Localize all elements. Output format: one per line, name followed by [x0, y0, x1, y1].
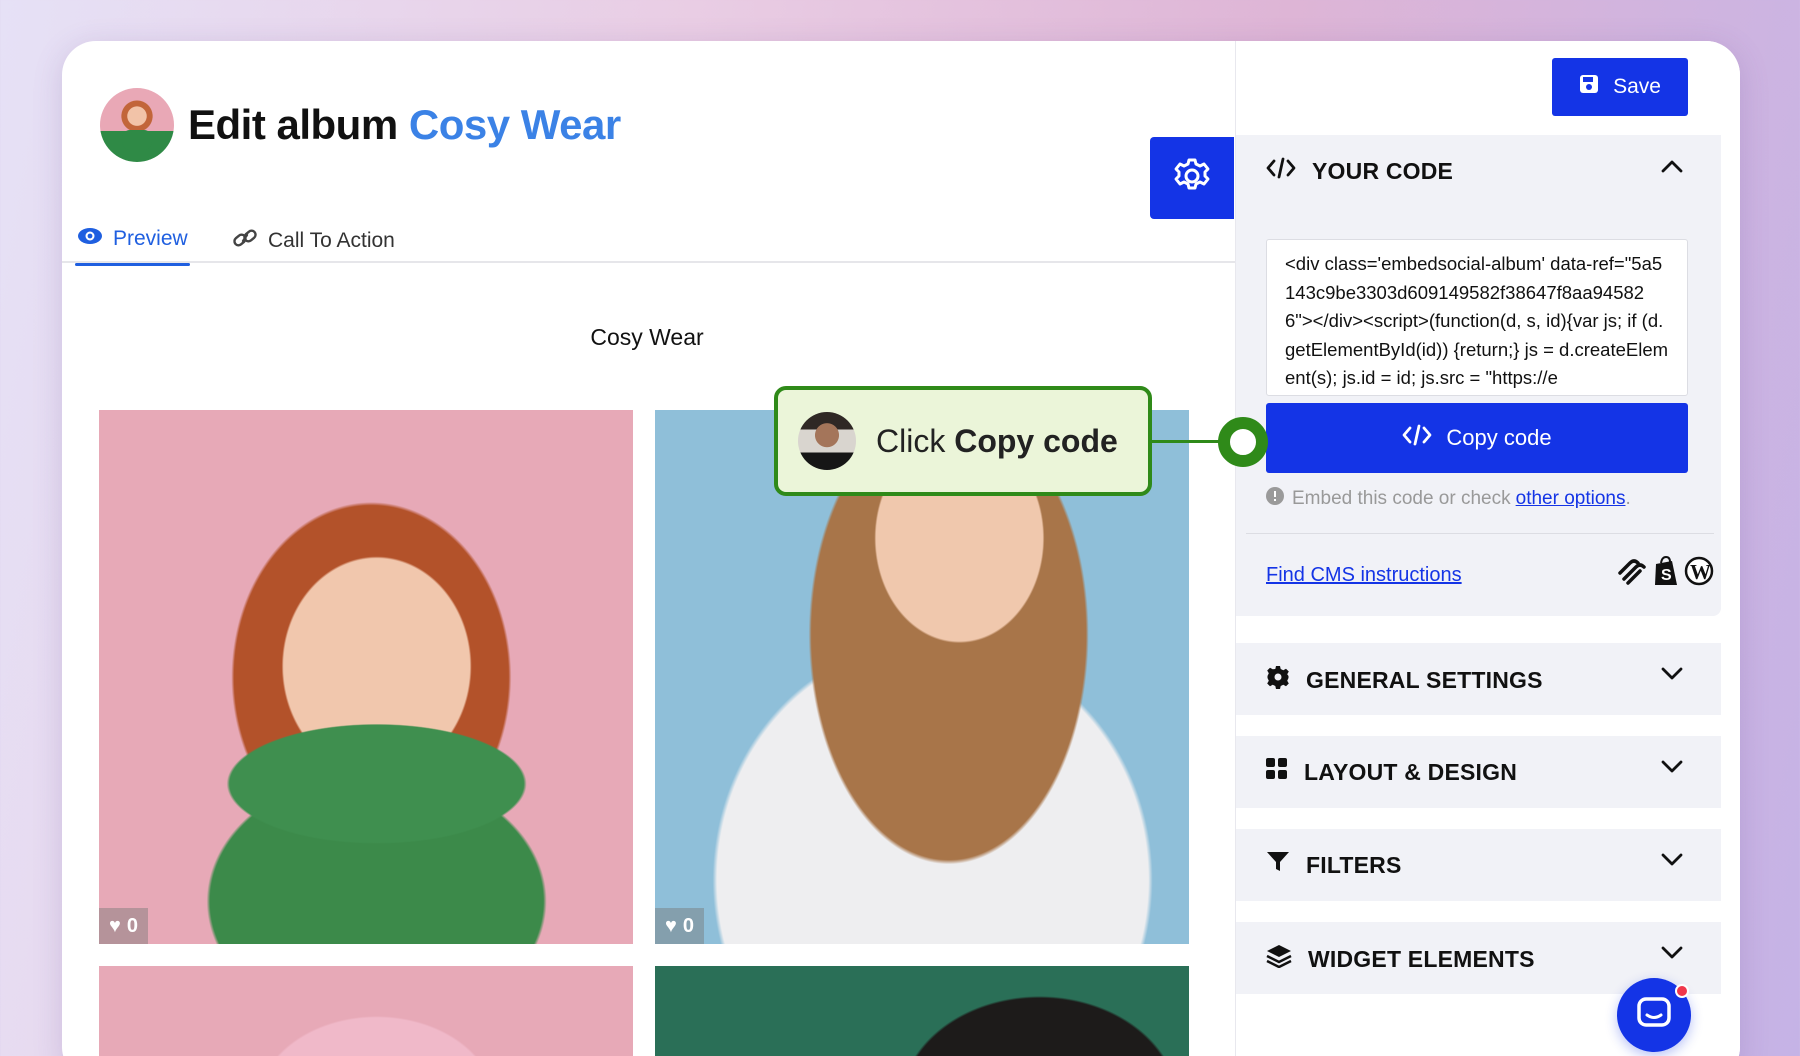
your-code-section: YOUR CODE <div class='embedsocial-album'… [1236, 135, 1721, 616]
filters-title: FILTERS [1306, 851, 1402, 878]
gear-icon [1172, 156, 1212, 201]
cms-icons: S W [1616, 555, 1714, 592]
widget-settings-button[interactable] [1150, 137, 1234, 219]
settings-panel: Save YOUR CODE <div class='embedsocial-a… [1235, 41, 1740, 1056]
like-count: 0 [126, 914, 138, 937]
chat-icon [1637, 996, 1671, 1034]
chevron-down-icon [1661, 667, 1683, 686]
general-settings-section[interactable]: GENERAL SETTINGS [1236, 643, 1721, 715]
widget-elements-header: WIDGET ELEMENTS [1266, 944, 1535, 974]
copy-code-label: Copy code [1446, 425, 1552, 450]
like-count: 0 [682, 914, 694, 937]
other-options-link[interactable]: other options [1516, 488, 1626, 509]
layout-design-section[interactable]: LAYOUT & DESIGN [1236, 736, 1721, 808]
code-icon [1266, 157, 1296, 185]
divider [1246, 533, 1714, 534]
callout-connector [1152, 440, 1226, 443]
grid-icon [1266, 758, 1288, 786]
layout-design-title: LAYOUT & DESIGN [1304, 758, 1518, 785]
link-icon [232, 227, 258, 255]
album-avatar [100, 88, 174, 162]
widget-elements-title: WIDGET ELEMENTS [1308, 945, 1535, 972]
squarespace-icon [1616, 557, 1648, 590]
callout-text: Click Copy code [876, 423, 1118, 460]
save-label: Save [1613, 75, 1661, 98]
tab-preview-label: Preview [113, 227, 188, 250]
floppy-disk-icon [1579, 74, 1599, 100]
chevron-down-icon [1661, 760, 1683, 779]
album-photo[interactable]: ♥ 0 [99, 410, 633, 944]
callout-prefix: Click [876, 422, 946, 459]
title-prefix: Edit album [188, 101, 398, 148]
guide-avatar [798, 412, 856, 470]
preview-album-heading: Cosy Wear [590, 324, 704, 350]
like-badge[interactable]: ♥ 0 [99, 908, 148, 944]
hint-end: . [1625, 488, 1631, 509]
embed-code-textarea[interactable]: <div class='embedsocial-album' data-ref=… [1266, 239, 1688, 396]
tab-call-to-action-label: Call To Action [268, 229, 395, 252]
callout-action: Copy code [954, 422, 1118, 459]
page-title: Edit album Cosy Wear [188, 101, 621, 149]
general-settings-header: GENERAL SETTINGS [1266, 665, 1543, 695]
heart-icon: ♥ [109, 914, 121, 937]
tab-preview[interactable]: Preview [75, 227, 190, 266]
gear-icon [1266, 665, 1290, 695]
filter-icon [1266, 851, 1290, 879]
filters-section[interactable]: FILTERS [1236, 829, 1721, 901]
embed-hint: Embed this code or check other options. [1266, 487, 1631, 511]
tutorial-callout: Click Copy code [774, 386, 1152, 496]
eye-icon [77, 227, 103, 251]
callout-target-dot [1218, 417, 1268, 467]
chevron-up-icon[interactable] [1661, 159, 1683, 178]
filters-header: FILTERS [1266, 851, 1402, 879]
layout-design-header: LAYOUT & DESIGN [1266, 758, 1517, 786]
tab-bar: Preview Call To Action [62, 213, 1235, 266]
info-icon [1266, 487, 1284, 511]
code-icon [1402, 424, 1432, 452]
general-settings-title: GENERAL SETTINGS [1306, 666, 1543, 693]
title-album-name: Cosy Wear [408, 101, 621, 148]
album-photo[interactable] [99, 966, 633, 1056]
save-button[interactable]: Save [1552, 58, 1688, 116]
notification-dot [1675, 984, 1689, 998]
album-photo[interactable] [655, 966, 1189, 1056]
app-window: Edit album Cosy Wear Preview Call To Act… [62, 41, 1740, 1056]
chat-launcher-button[interactable] [1617, 978, 1691, 1052]
heart-icon: ♥ [665, 914, 677, 937]
find-cms-instructions-link[interactable]: Find CMS instructions [1266, 564, 1462, 587]
hint-text: Embed this code or check [1292, 488, 1511, 509]
shopify-icon: S [1652, 555, 1680, 592]
layers-icon [1266, 944, 1292, 974]
chevron-down-icon [1661, 853, 1683, 872]
your-code-header[interactable]: YOUR CODE [1266, 157, 1453, 185]
your-code-title: YOUR CODE [1312, 157, 1454, 184]
wordpress-icon: W [1684, 556, 1714, 591]
tab-call-to-action[interactable]: Call To Action [232, 227, 395, 255]
svg-text:W: W [1690, 560, 1711, 584]
svg-text:S: S [1661, 567, 1672, 584]
chevron-down-icon [1661, 946, 1683, 965]
copy-code-button[interactable]: Copy code [1266, 403, 1688, 473]
like-badge[interactable]: ♥ 0 [655, 908, 704, 944]
